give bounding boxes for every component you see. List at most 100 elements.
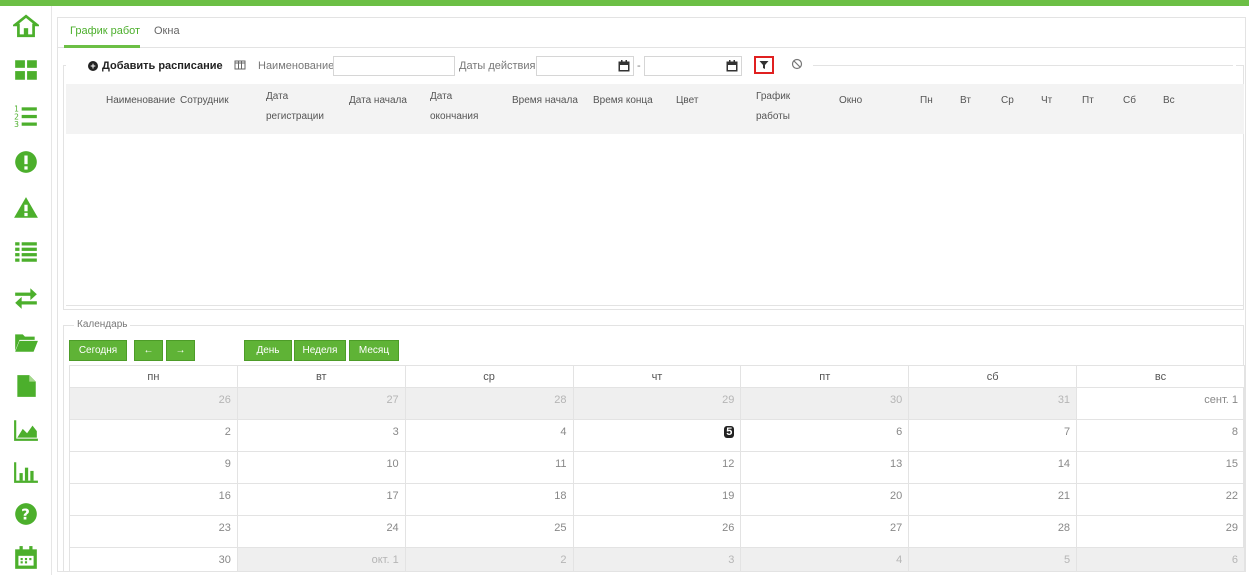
calendar-body: 26 27 28 29 30 31 сент. 1 2 3 4 5 6 7 8 9 10 11 12 13 14 15 1… (69, 387, 1245, 571)
calendar-day-cell[interactable]: 23 (69, 515, 238, 548)
tab-work-schedule[interactable]: График работ (70, 25, 140, 37)
next-button[interactable]: → (166, 340, 195, 361)
help-icon[interactable]: ? (12, 500, 40, 528)
calendar-day-cell[interactable]: 3 (236, 419, 406, 452)
calendar-day-cell[interactable]: 28 (404, 387, 574, 420)
calendar-day-cell[interactable]: 22 (1076, 483, 1245, 516)
calendar-day-cell[interactable]: 30 (740, 387, 910, 420)
col-thu[interactable]: Чт (1041, 91, 1052, 111)
col-sun[interactable]: Вс (1163, 91, 1175, 111)
calendar-day-cell[interactable]: 5 (572, 419, 742, 452)
calendar-day-cell[interactable]: 25 (404, 515, 574, 548)
date-from-calendar-icon[interactable] (618, 59, 630, 72)
col-end-date[interactable]: Дата окончания (430, 87, 490, 127)
calendar-day-cell[interactable]: 26 (69, 387, 238, 420)
calendar-day-cell[interactable]: 10 (236, 451, 406, 484)
folder-open-icon[interactable] (12, 328, 40, 356)
calendar-day-cell[interactable]: 14 (908, 451, 1078, 484)
col-color[interactable]: Цвет (676, 91, 698, 111)
col-work-schedule[interactable]: График работы (756, 87, 806, 127)
calendar-day-cell[interactable]: 12 (572, 451, 742, 484)
calendar-icon[interactable] (12, 544, 40, 572)
day-number: 3 (728, 554, 735, 566)
col-employee[interactable]: Сотрудник (180, 91, 229, 111)
svg-text:?: ? (21, 505, 30, 523)
col-sat[interactable]: Сб (1123, 91, 1136, 111)
weekday-header: пт (740, 365, 910, 388)
calendar-day-cell[interactable]: окт. 1 (236, 547, 406, 571)
col-registration-date[interactable]: Дата регистрации (266, 87, 336, 127)
calendar-day-cell[interactable]: 28 (908, 515, 1078, 548)
home-icon[interactable] (12, 12, 40, 40)
col-fri[interactable]: Пт (1082, 91, 1094, 111)
calendar-day-cell[interactable]: 2 (69, 419, 238, 452)
day-number: 7 (1063, 426, 1071, 438)
calendar-day-cell[interactable]: 9 (69, 451, 238, 484)
day-number: 30 (889, 394, 903, 406)
calendar-day-cell[interactable]: 27 (236, 387, 406, 420)
col-name[interactable]: Наименование (106, 91, 175, 111)
calendar-day-cell[interactable]: 19 (572, 483, 742, 516)
day-number: 28 (1057, 522, 1071, 534)
calendar-day-cell[interactable]: 30 (69, 547, 238, 571)
calendar-day-cell[interactable]: 17 (236, 483, 406, 516)
day-view-button[interactable]: День (244, 340, 292, 361)
calendar-day-cell[interactable]: 29 (1076, 515, 1245, 548)
warning-icon[interactable] (12, 194, 40, 222)
calendar-week-row: 30 окт. 1 2 3 4 5 6 (69, 547, 1245, 571)
alert-circle-icon[interactable] (12, 148, 40, 176)
calendar-day-cell[interactable]: 11 (404, 451, 574, 484)
calendar-day-cell[interactable]: 15 (1076, 451, 1245, 484)
calendar-day-cell[interactable]: 26 (572, 515, 742, 548)
area-chart-icon[interactable] (12, 416, 40, 444)
calendar-day-cell[interactable]: 7 (908, 419, 1078, 452)
document-icon[interactable] (12, 372, 40, 400)
dashboard-icon[interactable] (12, 56, 40, 84)
col-end-time[interactable]: Время конца (593, 91, 653, 111)
numbered-list-icon[interactable]: 123 (12, 102, 40, 130)
calendar-day-cell[interactable]: 6 (1076, 547, 1245, 571)
col-window[interactable]: Окно (839, 91, 862, 111)
calendar-day-cell[interactable]: 18 (404, 483, 574, 516)
calendar-day-cell[interactable]: 6 (740, 419, 910, 452)
apply-filter-button[interactable] (754, 56, 774, 74)
week-view-button[interactable]: Неделя (294, 340, 346, 361)
calendar-day-cell[interactable]: 21 (908, 483, 1078, 516)
calendar-day-cell[interactable]: 2 (404, 547, 574, 571)
calendar-day-cell[interactable]: 4 (740, 547, 910, 571)
name-filter-input[interactable] (333, 56, 455, 76)
calendar-day-cell[interactable]: сент. 1 (1076, 387, 1245, 420)
list-icon[interactable] (12, 238, 40, 266)
calendar-day-cell[interactable]: 4 (404, 419, 574, 452)
calendar-day-cell[interactable]: 3 (572, 547, 742, 571)
calendar-day-cell[interactable]: 27 (740, 515, 910, 548)
transfer-icon[interactable] (12, 284, 40, 312)
tab-bar: График работ Окна (58, 18, 1245, 48)
add-schedule-button[interactable]: + Добавить расписание (88, 60, 223, 72)
bar-chart-icon[interactable] (12, 458, 40, 486)
calendar-week-row: 16 17 18 19 20 21 22 (69, 483, 1245, 516)
col-mon[interactable]: Пн (920, 91, 933, 111)
today-button[interactable]: Сегодня (69, 340, 127, 361)
calendar-day-cell[interactable]: 24 (236, 515, 406, 548)
schedule-grid-header: Наименование Сотрудник Дата регистрации … (66, 84, 1244, 134)
calendar-day-cell[interactable]: 20 (740, 483, 910, 516)
date-to-calendar-icon[interactable] (726, 59, 738, 72)
columns-icon[interactable] (234, 59, 246, 74)
calendar-day-cell[interactable]: 13 (740, 451, 910, 484)
calendar-day-cell[interactable]: 31 (908, 387, 1078, 420)
calendar-day-cell[interactable]: 29 (572, 387, 742, 420)
calendar-day-cell[interactable]: 5 (908, 547, 1078, 571)
col-start-time[interactable]: Время начала (512, 91, 578, 111)
day-number: 21 (1057, 490, 1071, 502)
calendar-day-cell[interactable]: 16 (69, 483, 238, 516)
col-start-date[interactable]: Дата начала (349, 91, 407, 111)
col-tue[interactable]: Вт (960, 91, 971, 111)
month-view-button[interactable]: Месяц (349, 340, 399, 361)
tab-windows[interactable]: Окна (154, 25, 180, 37)
calendar-day-cell[interactable]: 8 (1076, 419, 1245, 452)
col-wed[interactable]: Ср (1001, 91, 1014, 111)
prev-button[interactable]: ← (134, 340, 163, 361)
name-filter-label: Наименование (258, 60, 335, 72)
clear-filter-icon[interactable] (791, 57, 805, 71)
